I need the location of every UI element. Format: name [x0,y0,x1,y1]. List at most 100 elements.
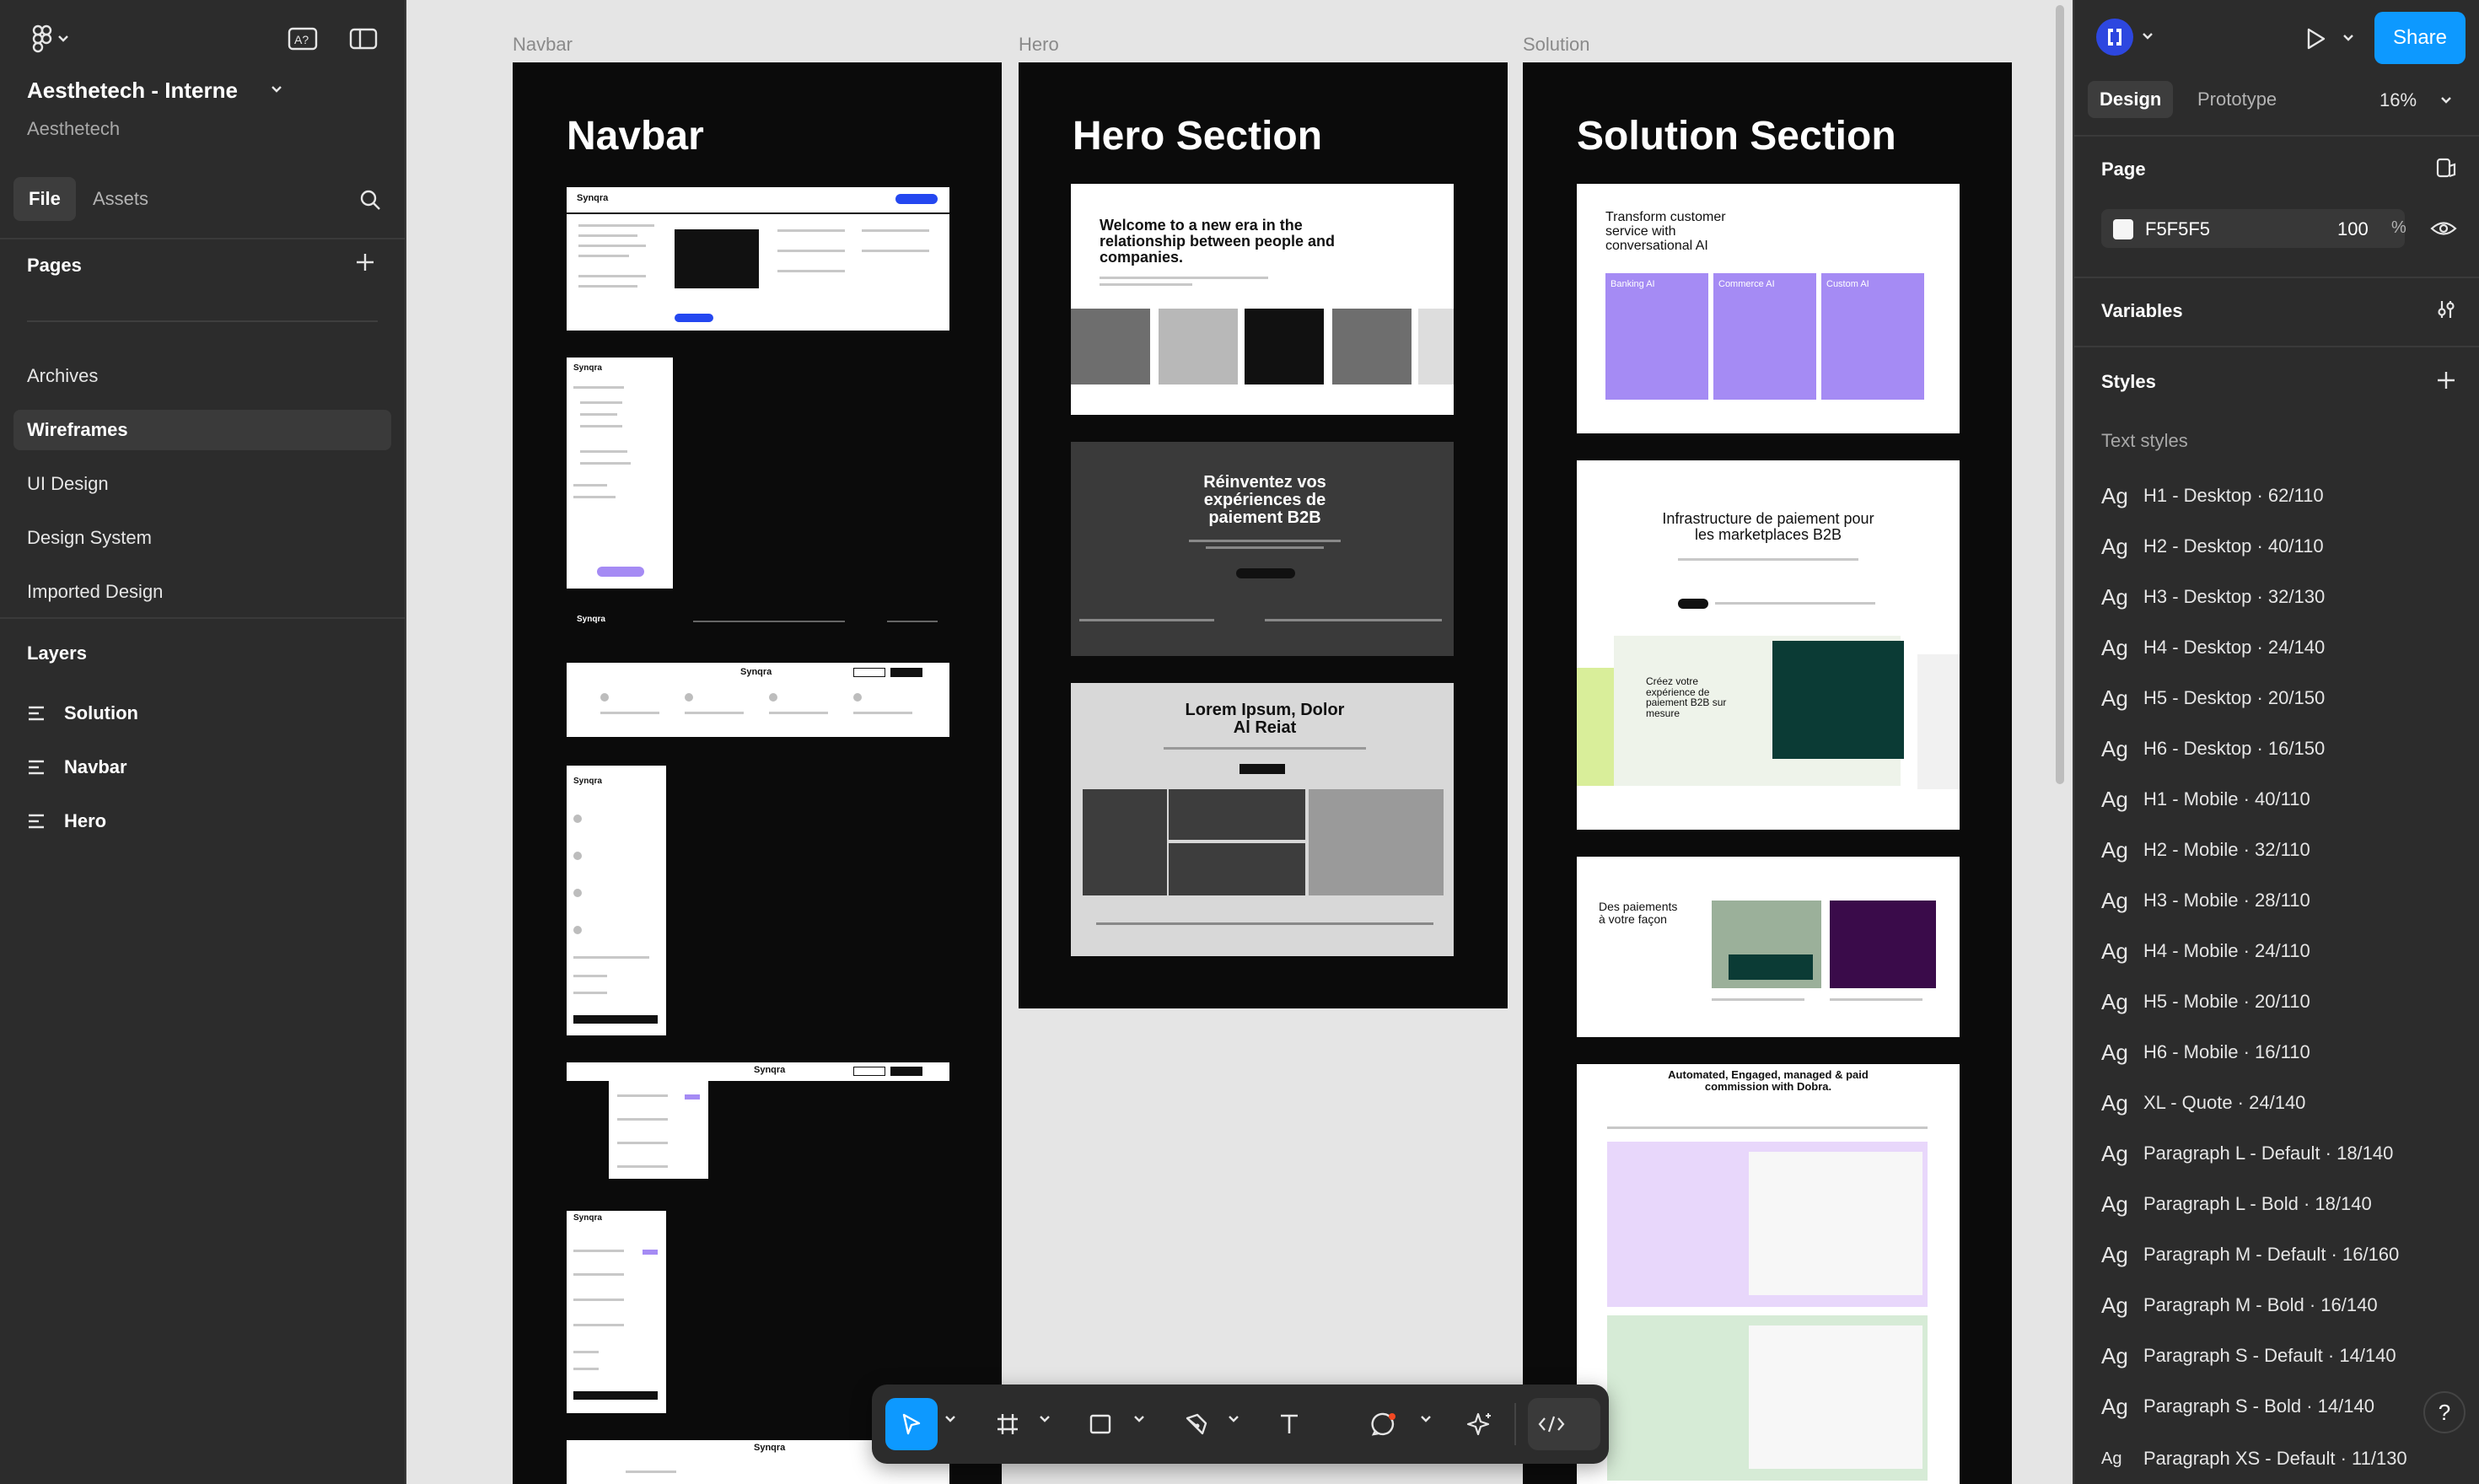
text-style-item[interactable]: Ag Paragraph S - Default · 14/140 [2101,1341,2396,1371]
page-item-imported-design[interactable]: Imported Design [13,572,391,612]
layer-item-navbar[interactable]: Navbar [27,750,127,784]
page-item-wireframes[interactable]: Wireframes [13,410,391,450]
solution-thumb-ai[interactable]: Transform customer service with conversa… [1577,184,1960,433]
main-menu-button[interactable] [25,22,76,56]
text-style-item[interactable]: Ag H3 - Desktop · 32/130 [2101,582,2325,612]
help-button[interactable]: ? [2423,1391,2466,1433]
chevron-down-icon[interactable] [2440,96,2452,105]
text-style-item[interactable]: Ag Paragraph L - Bold · 18/140 [2101,1189,2372,1219]
zoom-level[interactable]: 16% [2380,89,2417,111]
navbar-thumb-mobile-menu[interactable]: Synqra [567,358,673,589]
frame-label-hero[interactable]: Hero [1019,34,1059,56]
text-style-item[interactable]: Ag H2 - Desktop · 40/110 [2101,531,2324,562]
layer-item-solution[interactable]: Solution [27,696,138,730]
navbar-thumb-mobile-features[interactable]: Synqra [567,766,666,1035]
text-style-item[interactable]: Ag H3 - Mobile · 28/110 [2101,885,2310,916]
tab-file[interactable]: File [13,177,76,221]
text-style-item[interactable]: Ag Paragraph XS - Default · 11/130 [2101,1444,2407,1474]
page-item-design-system[interactable]: Design System [13,518,391,558]
solution-thumb-commission[interactable]: Automated, Engaged, managed & paid commi… [1577,1064,1960,1484]
dev-mode-toggle[interactable] [1528,1398,1600,1450]
frame-navbar[interactable]: Navbar Synqra Synqra Synqra Synqra Synqr… [513,62,1002,1484]
color-swatch[interactable] [2113,219,2133,239]
text-style-item[interactable]: Ag H5 - Mobile · 20/110 [2101,987,2310,1017]
layer-item-hero[interactable]: Hero [27,804,106,838]
tab-prototype[interactable]: Prototype [2197,81,2277,118]
navbar-thumb-mobile-resources[interactable]: Synqra [567,1211,666,1413]
tab-design[interactable]: Design [2088,81,2174,118]
avatar[interactable] [2096,19,2133,56]
chevron-down-icon[interactable] [268,81,285,98]
toggle-sidebar-button[interactable] [344,24,383,54]
navbar-thumb-dropdown-panel[interactable] [609,1081,708,1179]
text-style-icon: Ag [2101,1140,2128,1166]
pen-tool-button[interactable] [1170,1398,1223,1450]
text-line [1164,747,1366,750]
toggle-visibility-button[interactable] [2428,214,2459,243]
text-style-item[interactable]: Ag H4 - Mobile · 24/110 [2101,936,2310,966]
page-item-ui-design[interactable]: UI Design [13,464,391,504]
add-style-button[interactable] [2433,368,2459,393]
rectangle-tool-button[interactable] [1074,1398,1127,1450]
hero-thumb-lorem[interactable]: Lorem Ipsum, Dolor Al Reiat [1071,683,1454,956]
frame-label-solution[interactable]: Solution [1523,34,1590,56]
canvas-scrollbar[interactable] [2056,5,2064,784]
page-color-hex[interactable]: F5F5F5 [2145,218,2210,240]
page-opacity[interactable]: 100 [2337,218,2369,240]
text-style-item[interactable]: Ag H1 - Mobile · 40/110 [2101,784,2310,815]
ai-card: Custom AI [1821,273,1924,400]
navbar-thumb-desktop-bar[interactable]: Synqra [567,614,949,629]
text-style-item[interactable]: Ag H1 - Desktop · 62/110 [2101,481,2324,511]
search-button[interactable] [358,187,383,212]
share-button[interactable]: Share [2374,12,2466,64]
chevron-down-icon[interactable] [2142,32,2154,40]
page-item-archives[interactable]: Archives [13,356,391,396]
hero-thumb-paiement[interactable]: Réinventez vos expériences de paiement B… [1071,442,1454,656]
frame-solution[interactable]: Solution Section Transform customer serv… [1523,62,2012,1484]
frame-hero[interactable]: Hero Section Welcome to a new era in the… [1019,62,1508,1008]
text-style-item[interactable]: Ag Paragraph M - Bold · 16/140 [2101,1290,2378,1320]
frame-label-navbar[interactable]: Navbar [513,34,573,56]
frame-tool-button[interactable] [981,1398,1034,1450]
button-mark [1240,764,1285,774]
text-style-item[interactable]: Ag Paragraph S - Bold · 14/140 [2101,1391,2374,1422]
file-title[interactable]: Aesthetech - Interne [27,78,238,104]
add-page-button[interactable] [352,250,378,275]
team-name[interactable]: Aesthetech [27,118,120,140]
navbar-thumb-desktop-dropdown[interactable]: Synqra [567,187,949,331]
actions-tool-button[interactable] [1454,1398,1506,1450]
text-style-item[interactable]: Ag Paragraph M - Default · 16/160 [2101,1239,2399,1270]
text-style-item[interactable]: Ag XL - Quote · 24/140 [2101,1088,2305,1118]
tab-assets[interactable]: Assets [93,177,148,221]
hero-thumb-welcome[interactable]: Welcome to a new era in the relationship… [1071,184,1454,415]
navbar-thumb-desktop-resources[interactable]: Synqra [567,1062,949,1081]
solution-thumb-paiements[interactable]: Des paiements à votre façon [1577,857,1960,1037]
variables-button[interactable] [2432,295,2460,324]
image-block [1729,954,1813,980]
text-tool-button[interactable] [1263,1398,1315,1450]
menu-line [777,250,845,252]
text-style-item[interactable]: Ag H6 - Desktop · 16/150 [2101,734,2325,764]
page-color-field[interactable]: F5F5F5 100 % [2101,209,2406,248]
move-tool-button[interactable] [885,1398,938,1450]
menu-line [578,255,629,257]
chevron-down-icon[interactable] [944,1415,956,1423]
font-check-button[interactable]: A? [283,24,322,54]
navbar-thumb-dropdown-features[interactable]: Synqra [567,663,949,737]
chevron-down-icon[interactable] [1133,1415,1145,1423]
canvas[interactable]: Navbar Hero Solution Navbar Synqra Synqr… [406,0,2073,1484]
chevron-down-icon[interactable] [1039,1415,1051,1423]
text-style-item[interactable]: Ag H5 - Desktop · 20/150 [2101,683,2325,713]
text-style-item[interactable]: Ag H2 - Mobile · 32/110 [2101,835,2310,865]
comment-tool-button[interactable] [1358,1398,1410,1450]
chevron-down-icon[interactable] [1420,1415,1432,1423]
library-swap-button[interactable] [2432,153,2460,182]
text-style-item[interactable]: Ag H4 - Desktop · 24/140 [2101,632,2325,663]
text-style-item[interactable]: Ag H6 - Mobile · 16/110 [2101,1037,2310,1067]
solution-thumb-marketplaces[interactable]: Infrastructure de paiement pour les mark… [1577,460,1960,830]
ai-sparkle-icon [1466,1412,1491,1436]
present-button[interactable] [2299,22,2332,56]
chevron-down-icon[interactable] [2342,34,2354,42]
chevron-down-icon[interactable] [1228,1415,1240,1423]
text-style-item[interactable]: Ag Paragraph L - Default · 18/140 [2101,1138,2393,1169]
